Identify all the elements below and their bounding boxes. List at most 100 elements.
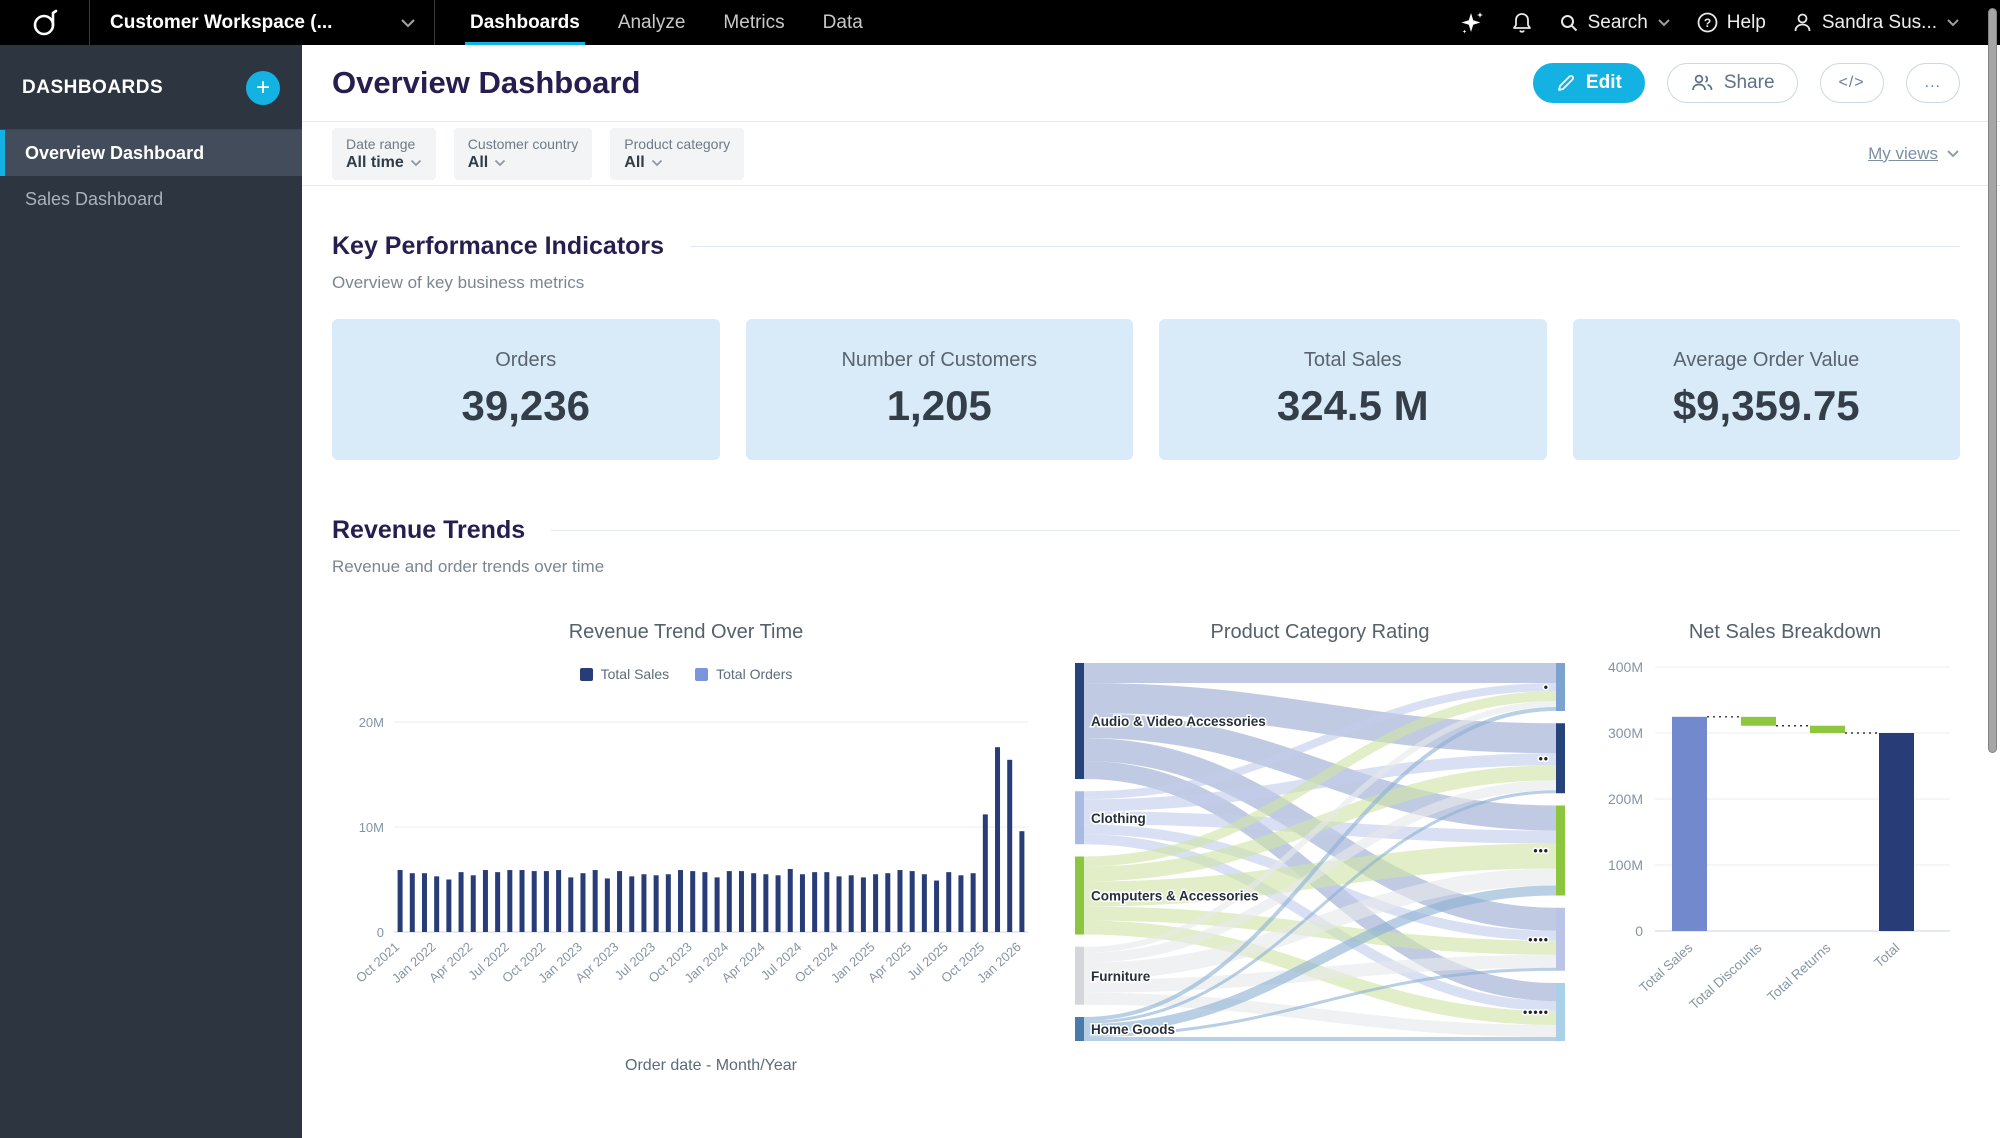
filter-value: All [624, 154, 644, 172]
sidebar-item-sales-dashboard[interactable]: Sales Dashboard [0, 176, 302, 222]
chevron-down-icon [410, 159, 422, 167]
legend-label: Total Orders [716, 666, 792, 682]
chart-title: Revenue Trend Over Time [332, 621, 1040, 644]
chart-title: Product Category Rating [1075, 621, 1565, 644]
filter-customer-country[interactable]: Customer country All [454, 128, 592, 180]
svg-text:••••: •••• [1528, 932, 1549, 946]
kpi-value: 39,236 [462, 382, 590, 430]
chevron-down-icon [1946, 18, 1960, 27]
filter-bar: Date range All time Customer country All… [302, 122, 2000, 186]
legend-label: Total Sales [601, 666, 669, 682]
svg-text:Audio & Video Accessories: Audio & Video Accessories [1091, 714, 1266, 729]
kpi-card-total-sales[interactable]: Total Sales 324.5 M [1159, 319, 1547, 460]
user-menu[interactable]: Sandra Sus... [1792, 12, 1960, 34]
legend-item[interactable]: Total Sales [580, 666, 669, 682]
chart-net-sales-breakdown[interactable]: Net Sales Breakdown 0 100M 200M 300M 400M Tot… [1600, 621, 1970, 1082]
page-scrollbar[interactable] [1988, 8, 1997, 753]
nav-tab-dashboards[interactable]: Dashboards [451, 0, 599, 45]
chart-title: Net Sales Breakdown [1600, 621, 1970, 644]
svg-text:0: 0 [1635, 923, 1643, 939]
workspace-name: Customer Workspace (... [110, 12, 332, 34]
gooddata-logo[interactable] [0, 0, 90, 45]
section-rule [690, 246, 1960, 247]
search-icon [1559, 13, 1579, 33]
nav-tab-metrics[interactable]: Metrics [704, 0, 803, 45]
chart-product-category-rating[interactable]: Product Category Rating Audio & Video Ac… [1075, 621, 1565, 1082]
kpi-card-average-order-value[interactable]: Average Order Value $9,359.75 [1573, 319, 1961, 460]
section-title-revenue-trends: Revenue Trends [332, 516, 525, 545]
my-views-label: My views [1868, 144, 1938, 164]
add-dashboard-button[interactable]: + [246, 71, 280, 105]
svg-text:Total Sales: Total Sales [1636, 940, 1695, 996]
legend-swatch [580, 668, 593, 681]
filter-date-range[interactable]: Date range All time [332, 128, 436, 180]
user-name: Sandra Sus... [1822, 12, 1937, 34]
code-icon: </> [1839, 74, 1865, 92]
help-label: Help [1727, 12, 1766, 34]
kpi-label: Average Order Value [1673, 349, 1859, 372]
svg-text:10M: 10M [359, 820, 384, 835]
svg-text:300M: 300M [1608, 725, 1643, 741]
svg-text:400M: 400M [1608, 659, 1643, 675]
svg-text:•••••: ••••• [1523, 1005, 1549, 1019]
kpi-card-orders[interactable]: Orders 39,236 [332, 319, 720, 460]
kpi-label: Total Sales [1304, 349, 1402, 372]
kpi-value: 324.5 M [1277, 382, 1429, 430]
pencil-icon [1556, 73, 1576, 93]
svg-text:0: 0 [377, 925, 384, 940]
waterfall-chart-svg: 0100M200M300M400MTotal SalesTotal Discou… [1600, 644, 1970, 1074]
user-icon [1792, 12, 1813, 33]
svg-text:100M: 100M [1608, 857, 1643, 873]
share-label: Share [1724, 72, 1775, 94]
top-navigation-bar: Customer Workspace (... Dashboards Analy… [0, 0, 2000, 45]
svg-text:Total: Total [1871, 940, 1902, 970]
ai-assistant-icon[interactable] [1459, 10, 1485, 36]
svg-text:?: ? [1704, 16, 1711, 30]
svg-text:•••: ••• [1533, 844, 1549, 858]
more-options-button[interactable]: ... [1906, 63, 1960, 103]
kpi-grid: Orders 39,236 Number of Customers 1,205 … [332, 319, 1960, 460]
my-views-link[interactable]: My views [1868, 144, 1960, 164]
svg-text:20M: 20M [359, 715, 384, 730]
sidebar-title: DASHBOARDS [22, 77, 163, 99]
bar-chart-svg: 010M20MOct 2021Jan 2022Apr 2022Jul 2022O… [332, 682, 1040, 1082]
chart-revenue-trend-over-time[interactable]: Revenue Trend Over Time Total Sales Total… [332, 621, 1040, 1082]
kpi-card-number-of-customers[interactable]: Number of Customers 1,205 [746, 319, 1134, 460]
svg-text:Home Goods: Home Goods [1091, 1022, 1175, 1037]
edit-button[interactable]: Edit [1533, 63, 1645, 103]
section-subtitle-kpi: Overview of key business metrics [332, 273, 1960, 293]
charts-row: Revenue Trend Over Time Total Sales Total… [332, 621, 1960, 1082]
svg-text:Order date - Month/Year: Order date - Month/Year [625, 1057, 798, 1074]
search-label: Search [1588, 12, 1648, 34]
nav-tab-analyze[interactable]: Analyze [599, 0, 705, 45]
section-subtitle-revenue-trends: Revenue and order trends over time [332, 557, 1960, 577]
dashboard-content: Key Performance Indicators Overview of k… [302, 186, 2000, 1082]
topbar-right: Search ? Help Sandra Sus... [1459, 0, 2000, 45]
filter-value: All time [346, 154, 404, 172]
svg-text:••: •• [1539, 751, 1549, 765]
workspace-selector[interactable]: Customer Workspace (... [90, 0, 435, 45]
page-title: Overview Dashboard [332, 65, 640, 101]
sidebar-item-overview-dashboard[interactable]: Overview Dashboard [0, 130, 302, 176]
sankey-chart-svg: Audio & Video AccessoriesClothingCompute… [1075, 662, 1565, 1042]
kpi-label: Orders [495, 349, 556, 372]
help-icon: ? [1697, 12, 1718, 33]
chevron-down-icon [1657, 18, 1671, 27]
svg-text:200M: 200M [1608, 791, 1643, 807]
embed-code-button[interactable]: </> [1820, 63, 1884, 103]
nav-tab-data[interactable]: Data [804, 0, 882, 45]
notifications-bell-icon[interactable] [1511, 11, 1533, 35]
filter-product-category[interactable]: Product category All [610, 128, 744, 180]
search-control[interactable]: Search [1559, 12, 1671, 34]
svg-text:Clothing: Clothing [1091, 811, 1146, 826]
filter-label: Customer country [468, 136, 578, 152]
help-control[interactable]: ? Help [1697, 12, 1766, 34]
gooddata-logo-icon [32, 9, 58, 37]
chevron-down-icon [651, 159, 663, 167]
svg-text:•: • [1544, 680, 1549, 694]
people-icon [1690, 73, 1714, 93]
kpi-value: 1,205 [887, 382, 992, 430]
share-button[interactable]: Share [1667, 63, 1798, 103]
section-rule [551, 530, 1960, 531]
legend-item[interactable]: Total Orders [695, 666, 792, 682]
